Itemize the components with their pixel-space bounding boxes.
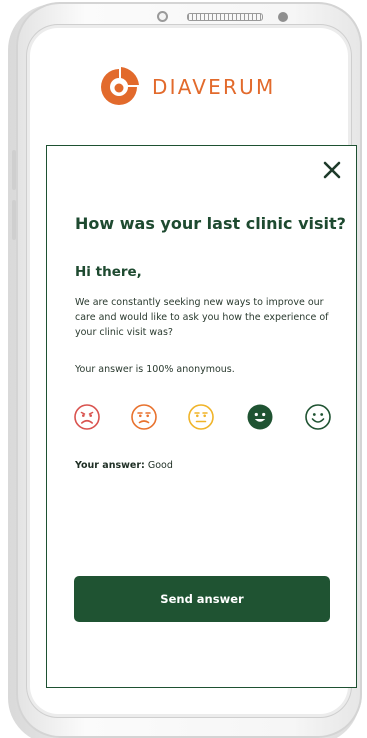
rating-scale <box>73 403 333 431</box>
rating-good-smile-icon[interactable] <box>246 403 274 431</box>
rating-very-good-big-smile-icon[interactable] <box>304 403 332 431</box>
anonymity-note: Your answer is 100% anonymous. <box>75 364 235 375</box>
rating-neutral-face-icon[interactable] <box>187 403 215 431</box>
speaker-grille-icon <box>187 13 263 21</box>
rating-very-bad-frown-icon[interactable] <box>73 403 101 431</box>
screen: DIAVERUM How was your last clinic visit?… <box>0 0 367 738</box>
volume-up-button <box>12 150 16 190</box>
brand-name: DIAVERUM <box>152 75 276 99</box>
intro-text: We are constantly seeking new ways to im… <box>75 297 329 338</box>
brand-logo: DIAVERUM <box>98 66 275 108</box>
rating-bad-slight-frown-icon[interactable] <box>130 403 158 431</box>
answer-label: Your answer: <box>75 460 145 471</box>
volume-down-button <box>12 200 16 240</box>
diaverum-logo-icon <box>101 67 139 105</box>
survey-dialog: How was your last clinic visit? Hi there… <box>46 145 357 688</box>
survey-title: How was your last clinic visit? <box>75 214 346 233</box>
sensor-icon <box>278 12 288 22</box>
answer-value: Good <box>147 460 173 471</box>
front-camera-icon <box>157 11 168 22</box>
answer-summary: Your answer: Good <box>75 460 173 471</box>
send-answer-button[interactable]: Send answer <box>74 576 330 622</box>
greeting: Hi there, <box>75 264 142 280</box>
close-icon[interactable] <box>322 160 342 180</box>
